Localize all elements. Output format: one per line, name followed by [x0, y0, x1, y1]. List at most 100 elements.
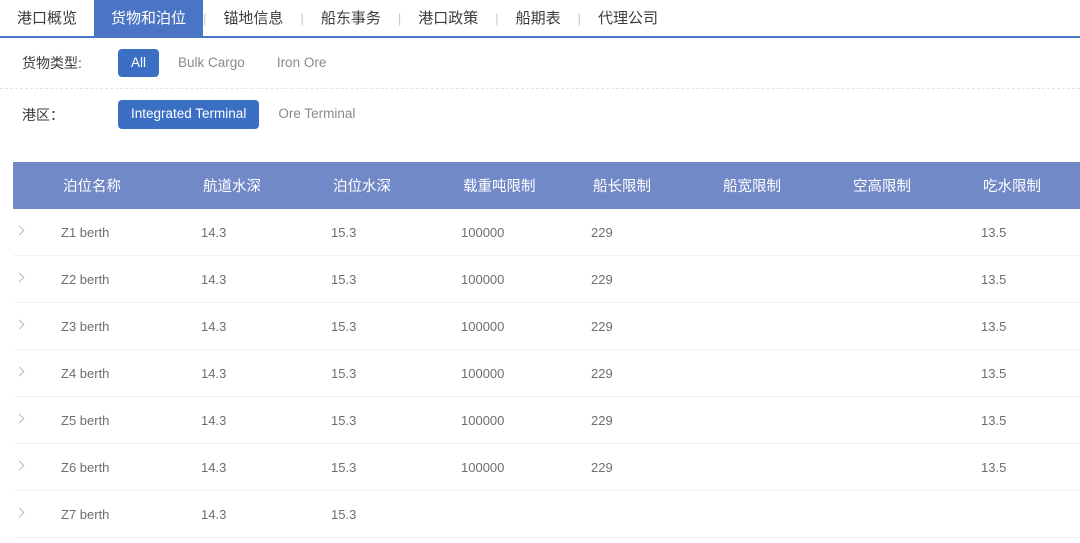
row-4-cell-loa_limit: 229: [591, 396, 721, 444]
filter-0-option-2[interactable]: Iron Ore: [264, 49, 340, 77]
tab-3[interactable]: 船东事务: [304, 0, 398, 36]
filter-panel: 货物类型: All Bulk Cargo Iron Ore 港区： Integrated …: [0, 38, 1080, 140]
filter-label-0: 货物类型:: [22, 55, 82, 71]
row-4-cell-dwt_limit: 100000: [461, 396, 591, 444]
row-0-cell-loa_limit: 229: [591, 209, 721, 256]
row-2-cell-name: Z3 berth: [61, 302, 201, 350]
chevron-right-icon[interactable]: [13, 365, 27, 379]
row-3-cell-loa_limit: 229: [591, 349, 721, 397]
row-0-cell-name: Z1 berth: [61, 209, 201, 256]
table-row[interactable]: Z7 berth 14.3 15.3: [13, 490, 1080, 538]
row-2-cell-channel_depth: 14.3: [201, 302, 331, 350]
row-1-cell-loa_limit: 229: [591, 255, 721, 303]
table-row[interactable]: Z5 berth 14.3 15.3 100000 229 13.5: [13, 396, 1080, 444]
table-row[interactable]: Z4 berth 14.3 15.3 100000 229 13.5: [13, 349, 1080, 397]
chevron-right-icon[interactable]: [13, 506, 27, 520]
row-5-expand-cell[interactable]: [13, 443, 61, 491]
row-0-cell-berth_depth: 15.3: [331, 209, 461, 256]
row-5-cell-beam_limit: [721, 443, 851, 491]
tab-0[interactable]: 港口概览: [0, 0, 94, 36]
berth-table-body: Z1 berth 14.3 15.3 100000 229 13.5 Z2 berth 14.…: [13, 209, 1080, 538]
filter-row-0: 货物类型: All Bulk Cargo Iron Ore: [0, 38, 1080, 89]
row-0-expand-cell[interactable]: [13, 209, 61, 256]
row-5-cell-name: Z6 berth: [61, 443, 201, 491]
tab-4[interactable]: 港口政策: [401, 0, 495, 36]
berth-table-head: 泊位名称 航道水深 泊位水深 载重吨限制 船长限制 船宽限制 空高限制 吃水限制: [13, 162, 1080, 209]
header-cell-5: 船宽限制: [721, 162, 851, 209]
row-1-cell-beam_limit: [721, 255, 851, 303]
header-cell-label-4: 船长限制: [593, 179, 651, 195]
filter-1-option-1[interactable]: Ore Terminal: [265, 100, 368, 128]
table-row[interactable]: Z3 berth 14.3 15.3 100000 229 13.5: [13, 302, 1080, 350]
row-6-cell-berth_depth: 15.3: [331, 490, 461, 538]
berth-table-container: 泊位名称 航道水深 泊位水深 载重吨限制 船长限制 船宽限制 空高限制 吃水限制 Z1 ber…: [0, 162, 1080, 538]
row-6-cell-channel_depth: 14.3: [201, 490, 331, 538]
header-cell-label-3: 载重吨限制: [463, 179, 536, 195]
row-4-expand-cell[interactable]: [13, 396, 61, 444]
row-1-cell-air_draft_limit: [851, 255, 981, 303]
row-6-cell-name: Z7 berth: [61, 490, 201, 538]
row-2-cell-loa_limit: 229: [591, 302, 721, 350]
header-cell-label-6: 空高限制: [853, 179, 911, 195]
row-5-cell-loa_limit: 229: [591, 443, 721, 491]
row-5-cell-draft_limit: 13.5: [981, 443, 1080, 491]
row-6-cell-draft_limit: [981, 490, 1080, 538]
row-3-cell-draft_limit: 13.5: [981, 349, 1080, 397]
tab-5[interactable]: 船期表: [499, 0, 578, 36]
chevron-right-icon[interactable]: [13, 412, 27, 426]
filter-1-option-0-selected[interactable]: Integrated Terminal: [118, 100, 260, 129]
header-cell-1: 航道水深: [201, 162, 331, 209]
header-cell-7: 吃水限制: [981, 162, 1080, 209]
header-cell-label-2: 泊位水深: [333, 179, 391, 195]
row-5-cell-air_draft_limit: [851, 443, 981, 491]
header-cell-2: 泊位水深: [331, 162, 461, 209]
chevron-right-icon[interactable]: [13, 318, 27, 332]
row-3-cell-berth_depth: 15.3: [331, 349, 461, 397]
row-0-cell-beam_limit: [721, 209, 851, 256]
row-4-cell-berth_depth: 15.3: [331, 396, 461, 444]
row-3-expand-cell[interactable]: [13, 349, 61, 397]
row-1-cell-dwt_limit: 100000: [461, 255, 591, 303]
header-cell-label-0: 泊位名称: [63, 179, 121, 195]
row-4-cell-air_draft_limit: [851, 396, 981, 444]
filter-0-option-0-selected[interactable]: All: [118, 48, 160, 78]
row-1-cell-draft_limit: 13.5: [981, 255, 1080, 303]
table-row[interactable]: Z2 berth 14.3 15.3 100000 229 13.5: [13, 255, 1080, 303]
row-1-cell-name: Z2 berth: [61, 255, 201, 303]
row-6-expand-cell[interactable]: [13, 490, 61, 538]
row-2-cell-draft_limit: 13.5: [981, 302, 1080, 350]
row-4-cell-draft_limit: 13.5: [981, 396, 1080, 444]
row-6-cell-beam_limit: [721, 490, 851, 538]
row-6-cell-loa_limit: [591, 490, 721, 538]
row-2-cell-air_draft_limit: [851, 302, 981, 350]
row-0-cell-dwt_limit: 100000: [461, 209, 591, 256]
table-row[interactable]: Z1 berth 14.3 15.3 100000 229 13.5: [13, 209, 1080, 256]
row-3-cell-dwt_limit: 100000: [461, 349, 591, 397]
row-1-expand-cell[interactable]: [13, 255, 61, 303]
row-0-cell-draft_limit: 13.5: [981, 209, 1080, 256]
chevron-right-icon[interactable]: [13, 224, 27, 238]
row-5-cell-berth_depth: 15.3: [331, 443, 461, 491]
chevron-right-icon[interactable]: [13, 459, 27, 473]
filter-0-option-1[interactable]: Bulk Cargo: [165, 49, 258, 77]
row-3-cell-name: Z4 berth: [61, 349, 201, 397]
header-cell-label-7: 吃水限制: [983, 179, 1041, 195]
row-5-cell-dwt_limit: 100000: [461, 443, 591, 491]
filter-label-1: 港区：: [22, 106, 64, 123]
row-2-expand-cell[interactable]: [13, 302, 61, 350]
header-cell-0: 泊位名称: [61, 162, 201, 209]
table-row[interactable]: Z6 berth 14.3 15.3 100000 229 13.5: [13, 443, 1080, 491]
chevron-right-icon[interactable]: [13, 271, 27, 285]
tab-6[interactable]: 代理公司: [581, 0, 675, 36]
row-3-cell-beam_limit: [721, 349, 851, 397]
row-5-cell-channel_depth: 14.3: [201, 443, 331, 491]
row-3-cell-channel_depth: 14.3: [201, 349, 331, 397]
row-4-cell-beam_limit: [721, 396, 851, 444]
tab-1-active[interactable]: 货物和泊位: [94, 0, 204, 36]
header-cell-4: 船长限制: [591, 162, 721, 209]
row-6-cell-dwt_limit: [461, 490, 591, 538]
row-2-cell-beam_limit: [721, 302, 851, 350]
row-2-cell-berth_depth: 15.3: [331, 302, 461, 350]
row-3-cell-air_draft_limit: [851, 349, 981, 397]
tab-2[interactable]: 锚地信息: [206, 0, 300, 36]
